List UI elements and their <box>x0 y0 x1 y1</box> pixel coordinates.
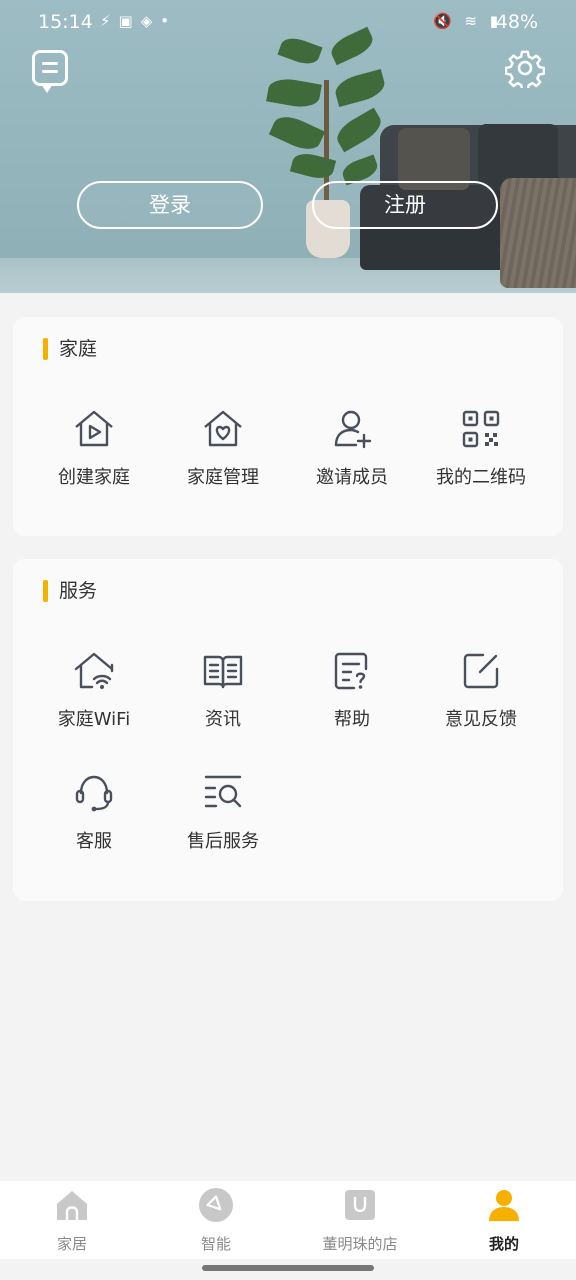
grid-item-label: 意见反馈 <box>445 709 517 730</box>
grid-item-label: 家庭管理 <box>187 467 259 488</box>
home-section-card: 家庭 创建家庭 家庭管理 邀请成员 我的二维码 <box>13 317 563 536</box>
headset-icon <box>75 775 113 812</box>
status-time: 15:14 <box>38 11 93 33</box>
my-qr-code-item[interactable]: 我的二维码 <box>416 407 546 507</box>
search-list-icon <box>204 775 242 808</box>
nav-home[interactable]: 家居 <box>12 1187 132 1257</box>
section-title: 家庭 <box>43 337 97 361</box>
status-bar: 15:14 ⚡▣◈• 🔇 ≋ ▮ 48% <box>0 0 576 46</box>
grid-item-label: 售后服务 <box>187 831 259 852</box>
nav-label: 我的 <box>488 1235 519 1253</box>
home-icon <box>57 1191 87 1220</box>
gesture-bar[interactable] <box>202 1265 374 1271</box>
grid-item-label: 邀请成员 <box>316 467 388 488</box>
edit-icon <box>463 653 499 689</box>
notification-icons: ⚡▣◈• <box>100 12 178 30</box>
grid-item-label: 帮助 <box>334 709 370 730</box>
user-add-icon <box>334 410 372 449</box>
grid-item-label: 家庭WiFi <box>57 709 131 730</box>
section-title: 服务 <box>43 579 97 603</box>
invite-member-item[interactable]: 邀请成员 <box>287 407 417 507</box>
help-doc-icon <box>334 652 368 690</box>
message-icon[interactable] <box>32 50 68 93</box>
plant-leaf <box>332 107 386 153</box>
nav-label: 董明珠的店 <box>322 1235 398 1253</box>
gear-icon[interactable] <box>505 48 545 88</box>
header-banner: 15:14 ⚡▣◈• 🔇 ≋ ▮ 48% 登录 注册 <box>0 0 576 293</box>
grid-item-label: 资讯 <box>205 709 241 730</box>
nav-label: 家居 <box>56 1235 87 1253</box>
help-item[interactable]: 帮助 <box>287 649 417 749</box>
house-wifi-icon <box>74 652 114 689</box>
qr-code-icon <box>462 410 500 448</box>
signal-icons: 🔇 ≋ ▮ <box>432 12 502 30</box>
house-play-icon <box>75 410 113 447</box>
service-section-card: 服务 家庭WiFi 资讯 帮助 意见反馈 客服 售后服务 <box>13 559 563 901</box>
customer-service-item[interactable]: 客服 <box>29 771 159 871</box>
profile-icon <box>489 1190 519 1221</box>
grid-item-label: 创建家庭 <box>58 467 130 488</box>
login-button[interactable]: 登录 <box>77 181 263 229</box>
home-wifi-item[interactable]: 家庭WiFi <box>29 649 159 749</box>
plant-leaf <box>268 110 326 156</box>
create-home-item[interactable]: 创建家庭 <box>29 407 159 507</box>
store-icon <box>345 1190 375 1220</box>
nav-label: 智能 <box>200 1235 231 1253</box>
plant-leaf <box>289 149 337 183</box>
news-item[interactable]: 资讯 <box>158 649 288 749</box>
plant-leaf <box>332 68 388 108</box>
blanket-illustration <box>500 178 576 288</box>
feedback-item[interactable]: 意见反馈 <box>416 649 546 749</box>
book-icon <box>203 655 243 689</box>
manage-home-item[interactable]: 家庭管理 <box>158 407 288 507</box>
nav-profile[interactable]: 我的 <box>444 1187 564 1257</box>
smart-icon <box>199 1188 233 1222</box>
nav-store[interactable]: 董明珠的店 <box>300 1187 420 1257</box>
nav-smart[interactable]: 智能 <box>156 1187 276 1257</box>
profile-page: 15:14 ⚡▣◈• 🔇 ≋ ▮ 48% 登录 注册 家庭 创建家庭 家庭管理 … <box>0 0 576 1280</box>
bottom-navigation: 家居 智能 董明珠的店 我的 <box>0 1181 576 1259</box>
register-button[interactable]: 注册 <box>312 181 498 229</box>
grid-item-label: 客服 <box>76 831 112 852</box>
grid-item-label: 我的二维码 <box>436 467 526 488</box>
after-sales-item[interactable]: 售后服务 <box>158 771 288 871</box>
house-heart-icon <box>204 410 242 447</box>
battery-level: 48% <box>495 11 538 33</box>
plant-leaf <box>266 75 322 111</box>
